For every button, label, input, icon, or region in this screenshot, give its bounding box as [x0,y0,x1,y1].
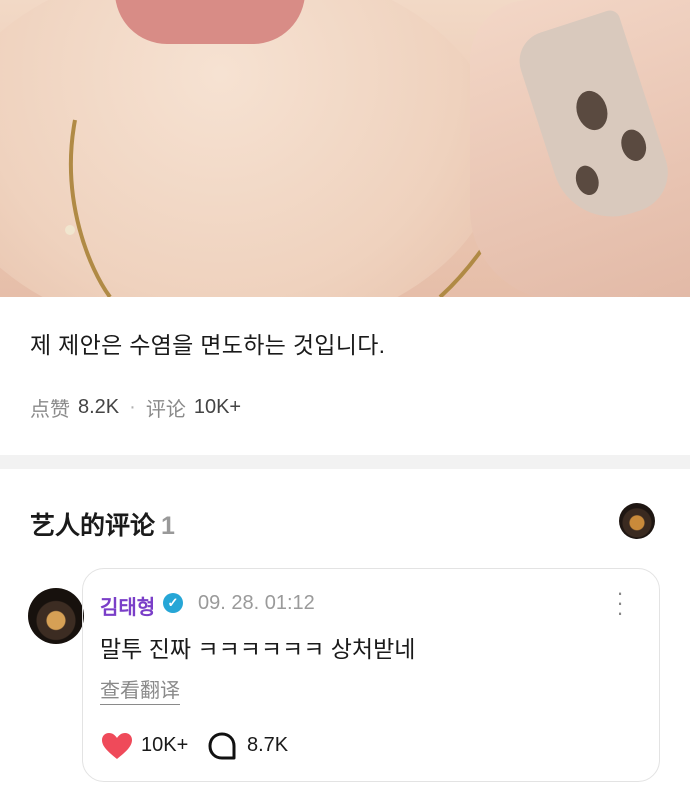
verified-check-icon: ✓ [163,593,183,613]
reply-bubble-icon[interactable] [208,732,236,760]
heart-icon[interactable] [101,732,133,760]
like-label[interactable]: 点赞 [30,393,70,422]
like-count: 8.2K [78,396,120,418]
post-stats: 点赞 8.2K · 评论 10K+ [30,393,241,422]
artist-avatar-small[interactable] [619,503,655,539]
comment-text: 말투 진짜 ㅋㅋㅋㅋㅋㅋ 상처받네 [100,636,416,662]
comment-like-count: 10K+ [141,734,189,756]
artist-comments-title: 艺人的评论 1 [30,506,175,542]
view-translation-link[interactable]: 查看翻译 [100,674,180,705]
artist-comments-count: 1 [161,512,175,540]
comment-author-avatar[interactable] [28,588,84,644]
comment-label[interactable]: 评论 [146,393,186,422]
comment-count: 10K+ [193,396,242,418]
post-text: 제 제안은 수염을 면도하는 것입니다. [30,332,386,358]
comment-reply-count: 8.7K [247,734,289,756]
more-options-icon[interactable]: · · · [612,582,628,624]
comment-timestamp: 09. 28. 01:12 [198,592,315,614]
section-divider [0,455,690,469]
post-photo[interactable] [0,0,690,297]
artist-comments-label: 艺人的评论 [30,512,156,540]
comment-author-name[interactable]: 김태형 [100,591,155,620]
stats-separator: · [129,396,136,418]
